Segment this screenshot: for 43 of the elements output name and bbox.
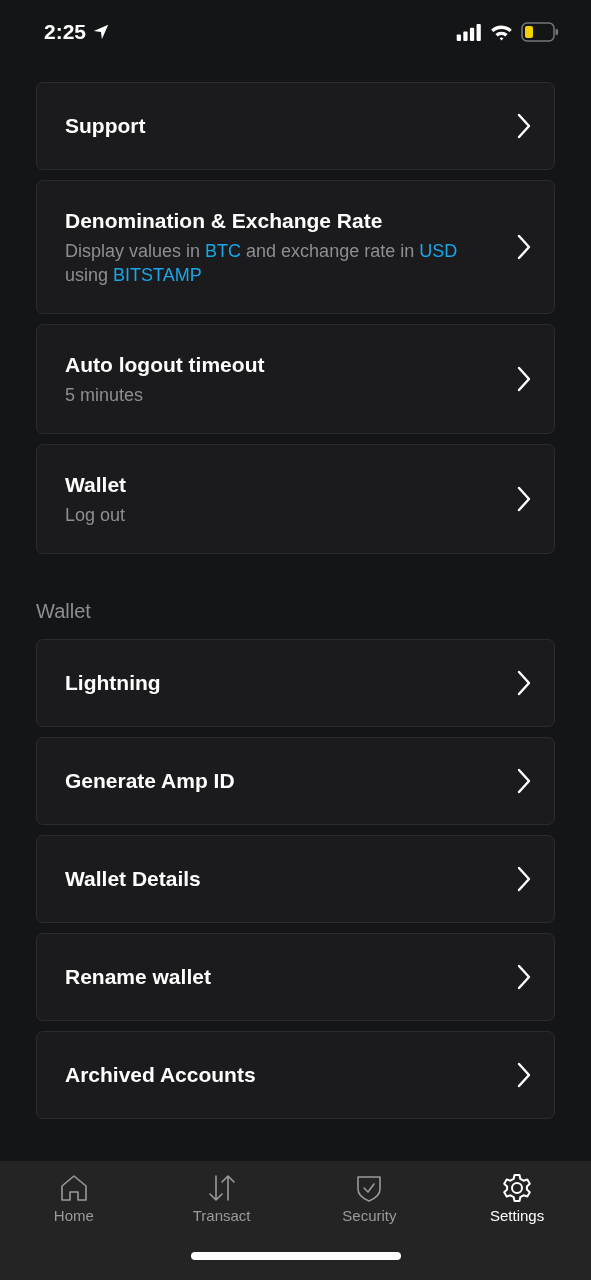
chevron-right-icon xyxy=(516,1061,532,1089)
chevron-right-icon xyxy=(516,767,532,795)
tab-bar-item[interactable]: Transact xyxy=(147,1173,296,1224)
item-title: Support xyxy=(65,113,146,139)
menu-row[interactable]: Support xyxy=(36,82,555,170)
section-header: Wallet xyxy=(36,600,92,623)
chevron-right-icon xyxy=(516,669,532,697)
tab-bar-item[interactable]: Security xyxy=(295,1173,444,1224)
item-title: Generate Amp ID xyxy=(65,768,235,794)
chevron-right-icon xyxy=(516,233,532,261)
menu-row[interactable]: Generate Amp ID xyxy=(36,737,555,825)
menu-row[interactable]: Wallet Log out xyxy=(36,444,555,554)
item-subtitle: Display values in BTC and exchange rate in USD using BITSTAMP xyxy=(65,240,459,287)
signal-icon xyxy=(456,23,482,41)
menu-row[interactable]: Wallet Details xyxy=(36,835,555,923)
item-title: Wallet xyxy=(65,472,127,498)
menu-row[interactable]: Denomination & Exchange Rate Display values in BTC and exchange rate in USD using BITSTAMP xyxy=(36,180,555,314)
item-title: Lightning xyxy=(65,670,161,696)
item-title: Auto logout timeout xyxy=(65,352,265,378)
tab-bar-item[interactable]: Settings xyxy=(443,1173,591,1224)
chevron-right-icon xyxy=(516,963,532,991)
chevron-right-icon xyxy=(516,112,532,140)
house-icon xyxy=(58,1173,89,1203)
menu-row[interactable]: Lightning xyxy=(36,639,555,727)
menu-row[interactable]: Rename wallet xyxy=(36,933,555,1021)
item-title: Wallet Details xyxy=(65,866,201,892)
tab-bar-item[interactable]: Home xyxy=(0,1173,148,1224)
chevron-right-icon xyxy=(516,485,532,513)
battery-icon xyxy=(521,22,559,42)
menu-row[interactable]: Archived Accounts xyxy=(36,1031,555,1119)
item-subtitle: 5 minutes xyxy=(65,384,145,407)
clock-time: 2:25 xyxy=(44,20,87,44)
item-title: Archived Accounts xyxy=(65,1062,256,1088)
location-arrow-icon xyxy=(92,23,111,41)
item-title: Rename wallet xyxy=(65,964,211,990)
up-down-arrows-icon xyxy=(206,1173,237,1203)
chevron-right-icon xyxy=(516,865,532,893)
chevron-right-icon xyxy=(516,365,532,393)
wifi-icon xyxy=(490,23,513,41)
item-subtitle: Log out xyxy=(65,504,127,527)
menu-row[interactable]: Auto logout timeout 5 minutes xyxy=(36,324,555,434)
item-title: Denomination & Exchange Rate xyxy=(65,208,384,234)
settings-icon xyxy=(502,1173,533,1203)
